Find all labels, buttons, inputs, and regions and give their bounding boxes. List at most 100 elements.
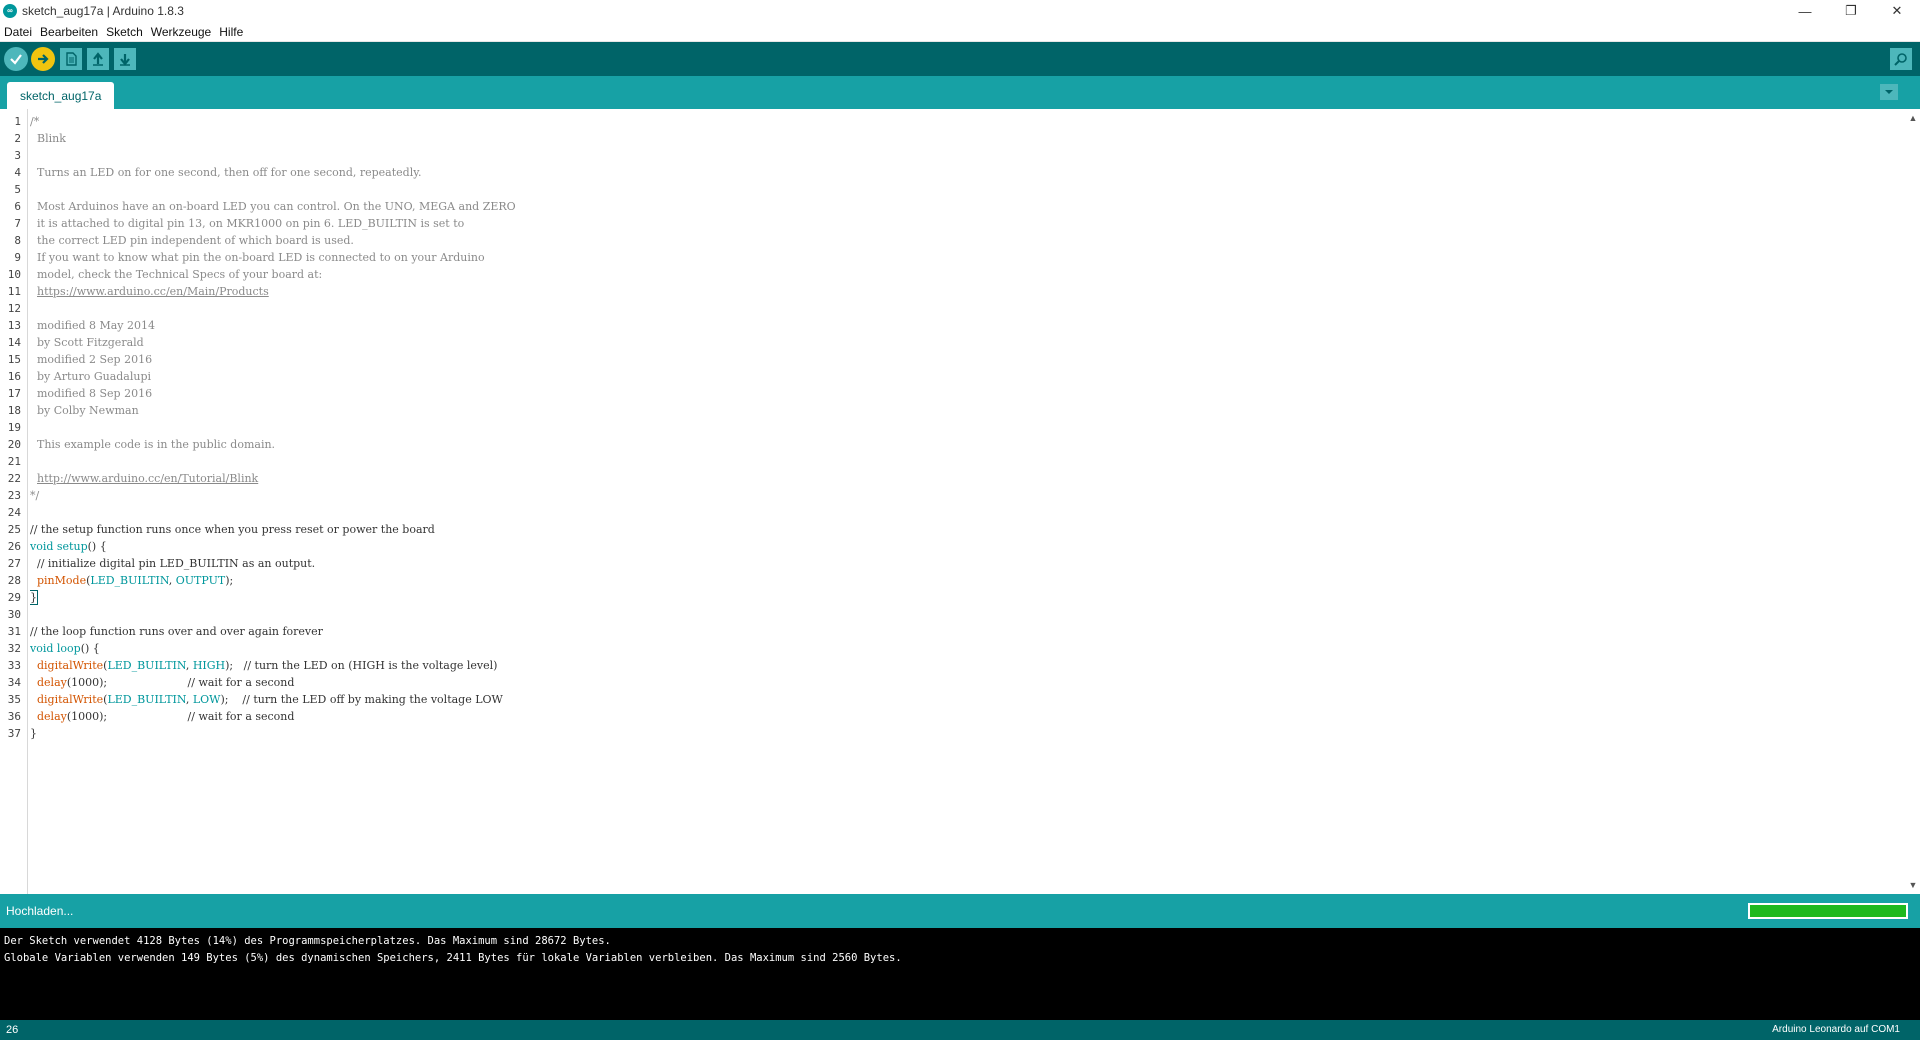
line-number: 2 <box>14 132 21 145</box>
verify-button[interactable] <box>4 47 28 71</box>
verify-icon <box>10 54 22 65</box>
scroll-up-icon[interactable]: ▲ <box>1906 111 1920 125</box>
code-token: modified 2 Sep 2016 <box>30 353 153 366</box>
line-number: 3 <box>14 149 21 162</box>
code-line[interactable]: modified 8 Sep 2016 <box>30 385 1906 402</box>
code-line[interactable]: by Scott Fitzgerald <box>30 334 1906 351</box>
new-file-icon <box>66 52 77 66</box>
code-line[interactable]: Most Arduinos have an on-board LED you c… <box>30 198 1906 215</box>
code-line[interactable]: /* <box>30 113 1906 130</box>
code-line[interactable]: } <box>30 589 1906 606</box>
code-token: // the loop function runs over and over … <box>30 625 323 638</box>
restore-button[interactable]: ❐ <box>1828 0 1874 22</box>
line-number-gutter: 1 2 3 4 5 6 7 8 9 10 11 12 13 14 15 16 17 18 19 20 21 22 23 24 2… <box>0 109 28 894</box>
line-number: 33 <box>7 659 21 672</box>
code-line[interactable]: pinMode(LED_BUILTIN, OUTPUT); <box>30 572 1906 589</box>
code-line[interactable]: http://www.arduino.cc/en/Tutorial/Blink <box>30 470 1906 487</box>
line-number: 27 <box>7 557 21 570</box>
code-line[interactable] <box>30 300 1906 317</box>
menu-datei[interactable]: Datei <box>0 25 36 39</box>
minimize-button[interactable]: — <box>1782 0 1828 22</box>
line-number: 35 <box>7 693 21 706</box>
console-output[interactable]: Der Sketch verwendet 4128 Bytes (14%) de… <box>0 928 1920 1020</box>
code-token: Blink <box>30 132 66 145</box>
menu-bearbeiten[interactable]: Bearbeiten <box>36 25 102 39</box>
code-token: model, check the Technical Specs of your… <box>30 268 323 281</box>
serial-monitor-button[interactable] <box>1890 48 1912 70</box>
code-token: delay <box>37 710 67 723</box>
code-token: (1000); // wait for a second <box>66 676 295 689</box>
code-line[interactable]: model, check the Technical Specs of your… <box>30 266 1906 283</box>
save-button[interactable] <box>114 48 136 70</box>
code-line[interactable]: // initialize digital pin LED_BUILTIN as… <box>30 555 1906 572</box>
code-line[interactable] <box>30 606 1906 623</box>
scroll-down-icon[interactable]: ▼ <box>1906 878 1920 892</box>
menu-werkzeuge[interactable]: Werkzeuge <box>147 25 215 39</box>
code-line[interactable] <box>30 504 1906 521</box>
code-line[interactable]: Turns an LED on for one second, then off… <box>30 164 1906 181</box>
vertical-scrollbar[interactable]: ▲ ▼ <box>1906 109 1920 894</box>
line-number: 23 <box>7 489 21 502</box>
code-line[interactable] <box>30 419 1906 436</box>
new-file-button[interactable] <box>60 48 82 70</box>
close-button[interactable]: ✕ <box>1874 0 1920 22</box>
line-number: 29 <box>7 591 21 604</box>
menu-sketch[interactable]: Sketch <box>102 25 147 39</box>
code-token: the correct LED pin independent of which… <box>30 234 354 247</box>
code-token: pinMode <box>37 574 87 587</box>
code-token: This example code is in the public domai… <box>30 438 276 451</box>
code-token: LED_BUILTIN <box>107 659 186 672</box>
code-line[interactable]: delay(1000); // wait for a second <box>30 674 1906 691</box>
code-line[interactable]: } <box>30 725 1906 742</box>
code-line[interactable]: https://www.arduino.cc/en/Main/Products <box>30 283 1906 300</box>
code-editor[interactable]: 1 2 3 4 5 6 7 8 9 10 11 12 13 14 15 16 17 18 19 20 21 22 23 24 2… <box>0 109 1920 894</box>
code-token: digitalWrite <box>37 659 104 672</box>
code-line[interactable]: */ <box>30 487 1906 504</box>
code-line[interactable]: it is attached to digital pin 13, on MKR… <box>30 215 1906 232</box>
menu-bar: Datei Bearbeiten Sketch Werkzeuge Hilfe <box>0 22 1920 42</box>
line-number: 1 <box>14 115 21 128</box>
code-line[interactable]: void setup() { <box>30 538 1906 555</box>
progress-fill <box>1750 905 1906 917</box>
arduino-logo-icon: ∞ <box>3 4 17 18</box>
code-line[interactable]: If you want to know what pin the on-boar… <box>30 249 1906 266</box>
tab-menu-button[interactable] <box>1880 84 1898 100</box>
code-line[interactable] <box>30 453 1906 470</box>
line-number: 8 <box>14 234 21 247</box>
code-token: ); // turn the LED on (HIGH is the volta… <box>225 659 498 672</box>
code-line[interactable]: // the loop function runs over and over … <box>30 623 1906 640</box>
code-line[interactable]: // the setup function runs once when you… <box>30 521 1906 538</box>
code-line[interactable]: This example code is in the public domai… <box>30 436 1906 453</box>
code-line[interactable]: the correct LED pin independent of which… <box>30 232 1906 249</box>
code-line[interactable] <box>30 147 1906 164</box>
line-number: 37 <box>7 727 21 740</box>
code-line[interactable]: by Colby Newman <box>30 402 1906 419</box>
code-token: LED_BUILTIN <box>90 574 169 587</box>
code-line[interactable]: digitalWrite(LED_BUILTIN, LOW); // turn … <box>30 691 1906 708</box>
code-line[interactable] <box>30 181 1906 198</box>
code-token: by Scott Fitzgerald <box>30 336 144 349</box>
code-link[interactable]: https://www.arduino.cc/en/Main/Products <box>37 285 269 298</box>
code-line[interactable]: delay(1000); // wait for a second <box>30 708 1906 725</box>
code-link[interactable]: http://www.arduino.cc/en/Tutorial/Blink <box>37 472 258 485</box>
console-line: Der Sketch verwendet 4128 Bytes (14%) de… <box>4 935 611 947</box>
code-line[interactable]: digitalWrite(LED_BUILTIN, HIGH); // turn… <box>30 657 1906 674</box>
code-token: /* <box>30 115 40 128</box>
line-number: 21 <box>7 455 21 468</box>
code-token: } <box>30 727 37 740</box>
code-line[interactable]: Blink <box>30 130 1906 147</box>
line-number: 19 <box>7 421 21 434</box>
code-line[interactable]: void loop() { <box>30 640 1906 657</box>
tab-sketch[interactable]: sketch_aug17a <box>7 82 115 109</box>
code-token: ); // turn the LED off by making the vol… <box>220 693 503 706</box>
open-button[interactable] <box>87 48 109 70</box>
line-number: 10 <box>7 268 21 281</box>
code-line[interactable]: by Arturo Guadalupi <box>30 368 1906 385</box>
code-line[interactable]: modified 2 Sep 2016 <box>30 351 1906 368</box>
menu-hilfe[interactable]: Hilfe <box>215 25 247 39</box>
line-number: 15 <box>7 353 21 366</box>
upload-button[interactable] <box>31 47 55 71</box>
code-area[interactable]: /* Blink Turns an LED on for one second,… <box>30 109 1906 894</box>
code-line[interactable]: modified 8 May 2014 <box>30 317 1906 334</box>
